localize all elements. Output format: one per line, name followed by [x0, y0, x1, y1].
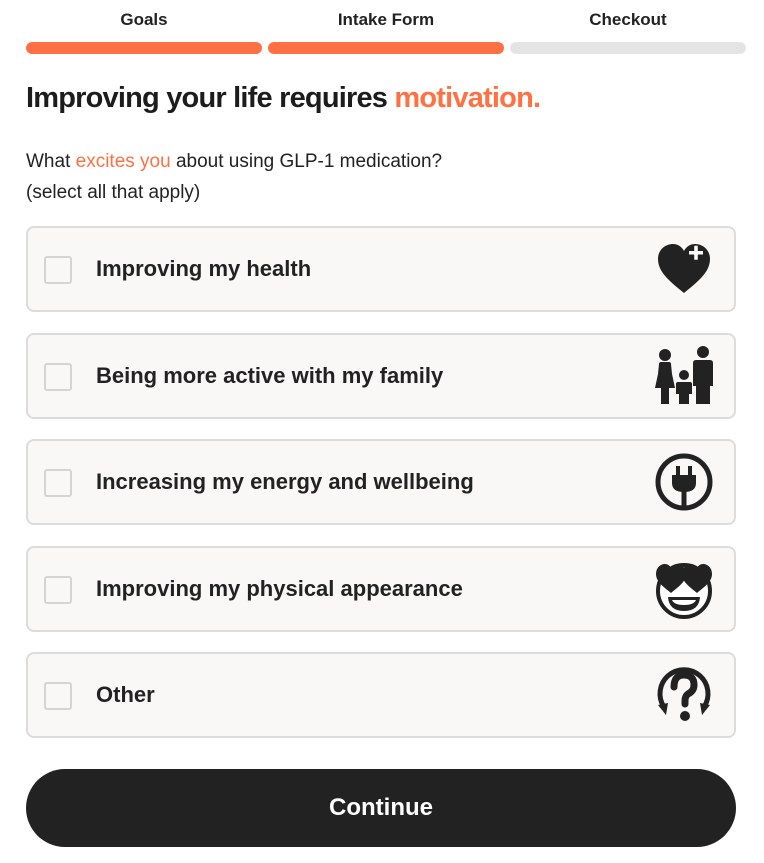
option-physical-appearance[interactable]: Improving my physical appearance [26, 546, 736, 632]
question-before: What [26, 151, 76, 172]
option-label: Other [96, 682, 155, 707]
question-after: about using GLP-1 medication? [170, 151, 443, 172]
option-improving-health[interactable]: Improving my health [26, 226, 736, 312]
family-icon [652, 344, 716, 408]
option-checkbox[interactable] [44, 256, 72, 284]
step-progress-bar [268, 42, 504, 54]
step-label: Goals [120, 10, 168, 29]
question-highlight: excites you [75, 151, 171, 172]
question-text: What excites you about using GLP-1 medic… [26, 146, 442, 208]
question-line: What excites you about using GLP-1 medic… [26, 146, 442, 177]
option-checkbox[interactable] [44, 469, 72, 497]
option-checkbox[interactable] [44, 682, 72, 710]
option-label: Being more active with my family [96, 363, 444, 388]
step-progress-bar [26, 42, 262, 54]
option-other[interactable]: Other [26, 652, 736, 738]
question-hint: (select all that apply) [26, 182, 201, 203]
title-prefix: Improving your life requires [26, 82, 395, 114]
step-goals: Goals [26, 0, 262, 56]
heart-plus-icon [652, 237, 716, 301]
step-label: Checkout [589, 10, 667, 29]
option-label: Improving my physical appearance [96, 576, 463, 601]
step-label: Intake Form [337, 10, 435, 29]
progress-steps: Goals Intake Form Checkout [26, 0, 746, 56]
question-mark-icon [652, 663, 716, 727]
option-energy-wellbeing[interactable]: Increasing my energy and wellbeing [26, 439, 736, 525]
step-progress-bar [510, 42, 746, 54]
power-plug-icon [652, 450, 716, 514]
heart-eyes-face-icon [652, 557, 716, 621]
page-title: Improving your life requires motivation. [26, 82, 541, 115]
title-accent: motivation. [394, 82, 541, 114]
option-label: Increasing my energy and wellbeing [96, 469, 474, 494]
continue-button[interactable]: Continue [26, 769, 736, 847]
option-label: Improving my health [96, 256, 312, 281]
option-checkbox[interactable] [44, 363, 72, 391]
option-checkbox[interactable] [44, 576, 72, 604]
option-active-with-family[interactable]: Being more active with my family [26, 333, 736, 419]
step-checkout: Checkout [510, 0, 746, 56]
step-intake-form: Intake Form [268, 0, 504, 56]
